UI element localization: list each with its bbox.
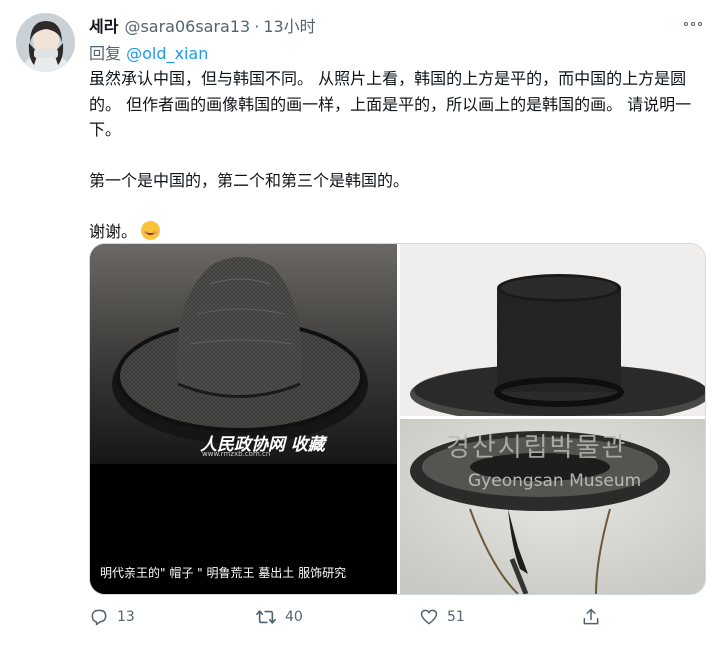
like-button[interactable]: 51 xyxy=(419,603,465,631)
photo-caption: 明代亲王的" 帽子 " 明鲁荒王 墓出土 服饰研究 xyxy=(100,566,347,580)
reply-mention-link[interactable]: @old_xian xyxy=(126,44,208,63)
display-name[interactable]: 세라 xyxy=(89,13,118,37)
tweet: 세라 @sara06sara13 · 13小时 回复 @old_xian 虽然承… xyxy=(0,0,720,647)
photo-watermark-url: www.rmzxb.com.cn xyxy=(202,450,271,458)
tweet-text: 虽然承认中国，但与韩国不同。 从照片上看，韩国的上方是平的，而中国的上方是圆的。… xyxy=(89,66,705,245)
media-grid: 人民政协网 收藏 www.rmzxb.com.cn 明代亲王的" 帽子 " 明鲁… xyxy=(89,243,706,595)
timestamp[interactable]: 13小时 xyxy=(263,13,315,37)
tweet-paragraph: 虽然承认中国，但与韩国不同。 从照片上看，韩国的上方是平的，而中国的上方是圆的。… xyxy=(89,69,692,139)
share-icon xyxy=(583,608,599,625)
retweet-icon xyxy=(256,610,276,624)
retweet-button[interactable]: 40 xyxy=(255,603,303,631)
tweet-actions: 13 40 51 xyxy=(89,603,609,631)
reply-icon xyxy=(91,609,107,626)
thanks-text: 谢谢。 xyxy=(89,222,138,241)
tweet-paragraph: 第一个是中国的，第二个和第三个是韩国的。 xyxy=(89,171,410,190)
tweet-paragraph: 谢谢。 xyxy=(89,219,705,245)
photo-korean-gat-museum[interactable]: 경산시립박물관 Gyeongsan Museum xyxy=(400,419,705,594)
smiling-face-emoji-icon xyxy=(141,221,161,240)
separator-dot: · xyxy=(254,17,260,36)
reply-count: 13 xyxy=(117,609,135,625)
museum-watermark-english: Gyeongsan Museum xyxy=(468,471,642,491)
avatar[interactable] xyxy=(16,13,75,72)
museum-watermark-korean: 경산시립박물관 xyxy=(446,433,628,463)
share-button[interactable] xyxy=(581,603,601,631)
photo-ming-prince-hat[interactable]: 人民政协网 收藏 www.rmzxb.com.cn 明代亲王的" 帽子 " 明鲁… xyxy=(90,244,397,594)
reply-context: 回复 @old_xian xyxy=(89,40,208,64)
heart-icon xyxy=(420,609,438,625)
reply-button[interactable]: 13 xyxy=(89,603,135,631)
like-count: 51 xyxy=(447,609,465,625)
photo-korean-gat-top[interactable] xyxy=(400,244,705,416)
more-options-icon[interactable] xyxy=(678,14,708,34)
reply-prefix: 回复 xyxy=(89,44,122,63)
user-handle[interactable]: @sara06sara13 xyxy=(124,17,250,36)
tweet-header: 세라 @sara06sara13 · 13小时 xyxy=(89,13,316,37)
retweet-count: 40 xyxy=(285,609,303,625)
